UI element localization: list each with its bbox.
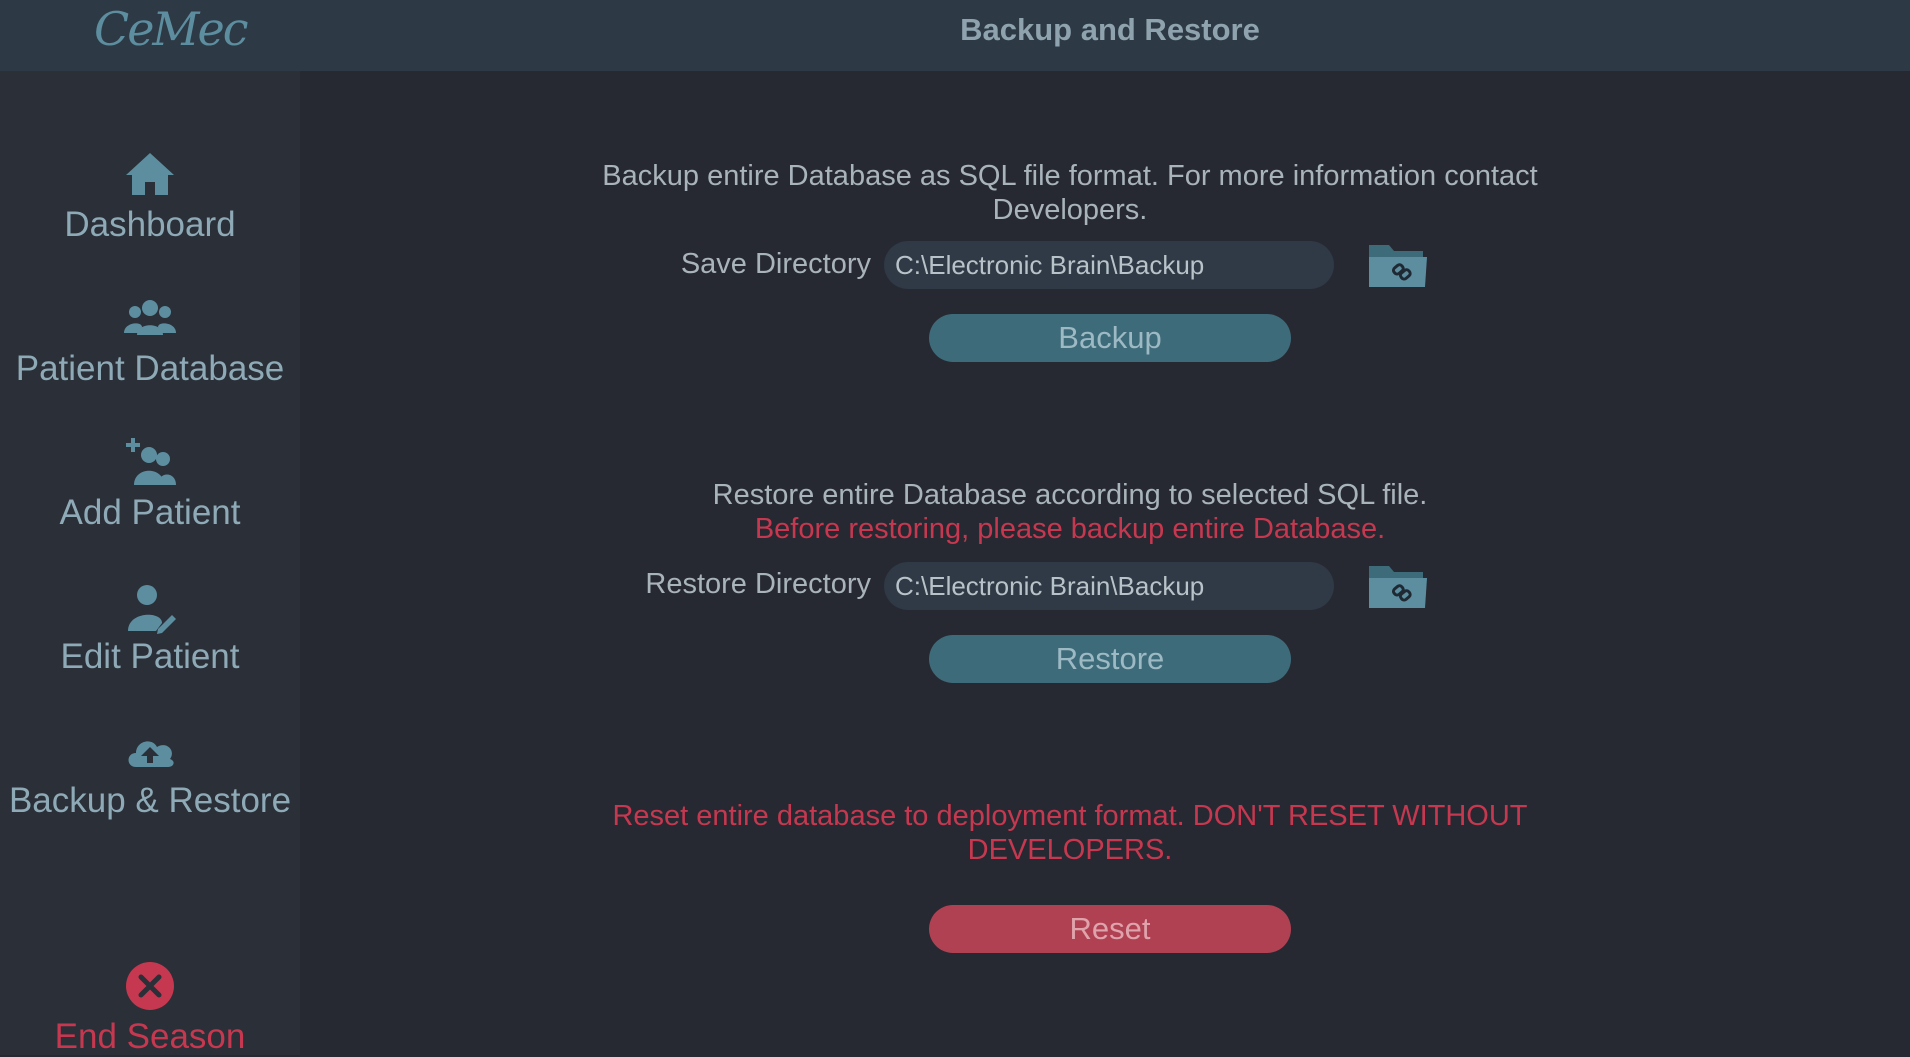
restore-directory-label: Restore Directory [645,568,871,600]
cloud-upload-icon [128,741,174,767]
sidebar-item-patient-database[interactable]: Patient Database [0,291,300,389]
users-icon [124,300,176,335]
backup-description: Backup entire Database as SQL file forma… [602,160,1538,226]
sidebar-item-label: Add Patient [59,493,241,532]
add-user-icon [126,438,176,485]
sidebar-item-dashboard[interactable]: Dashboard [0,147,300,245]
restore-directory-field[interactable]: C:\Electronic Brain\Backup [884,562,1334,610]
save-directory-field[interactable]: C:\Electronic Brain\Backup [884,241,1334,289]
sidebar-item-edit-patient[interactable]: Edit Patient [0,579,300,677]
backup-button[interactable]: Backup [929,314,1291,362]
sidebar-item-label: End Season [54,1017,246,1056]
browse-folder-icon[interactable] [1367,237,1429,291]
reset-button[interactable]: Reset [929,905,1291,953]
sidebar-item-backup-restore[interactable]: Backup & Restore [0,723,300,821]
restore-description: Restore entire Database according to sel… [712,479,1428,511]
home-icon [126,153,174,195]
page-title: Backup and Restore [960,12,1260,47]
save-directory-label: Save Directory [680,248,871,280]
reset-warning: Reset entire database to deployment form… [612,800,1528,866]
sidebar: Dashboard Patient Database Add Patient E… [0,71,300,1057]
edit-user-icon [128,585,176,634]
sidebar-item-end-season[interactable]: End Season [0,959,300,1057]
restore-button[interactable]: Restore [929,635,1291,683]
sidebar-item-label: Dashboard [64,205,236,244]
close-circle-icon [126,962,174,1010]
main-content: Backup entire Database as SQL file forma… [300,71,1910,1055]
sidebar-item-add-patient[interactable]: Add Patient [0,435,300,533]
sidebar-item-label: Patient Database [15,349,285,388]
restore-warning: Before restoring, please backup entire D… [754,513,1386,545]
app-header: CeMec Backup and Restore [0,0,1910,71]
sidebar-item-label: Edit Patient [60,637,240,676]
browse-folder-icon[interactable] [1367,558,1429,612]
sidebar-item-label: Backup & Restore [8,781,292,820]
